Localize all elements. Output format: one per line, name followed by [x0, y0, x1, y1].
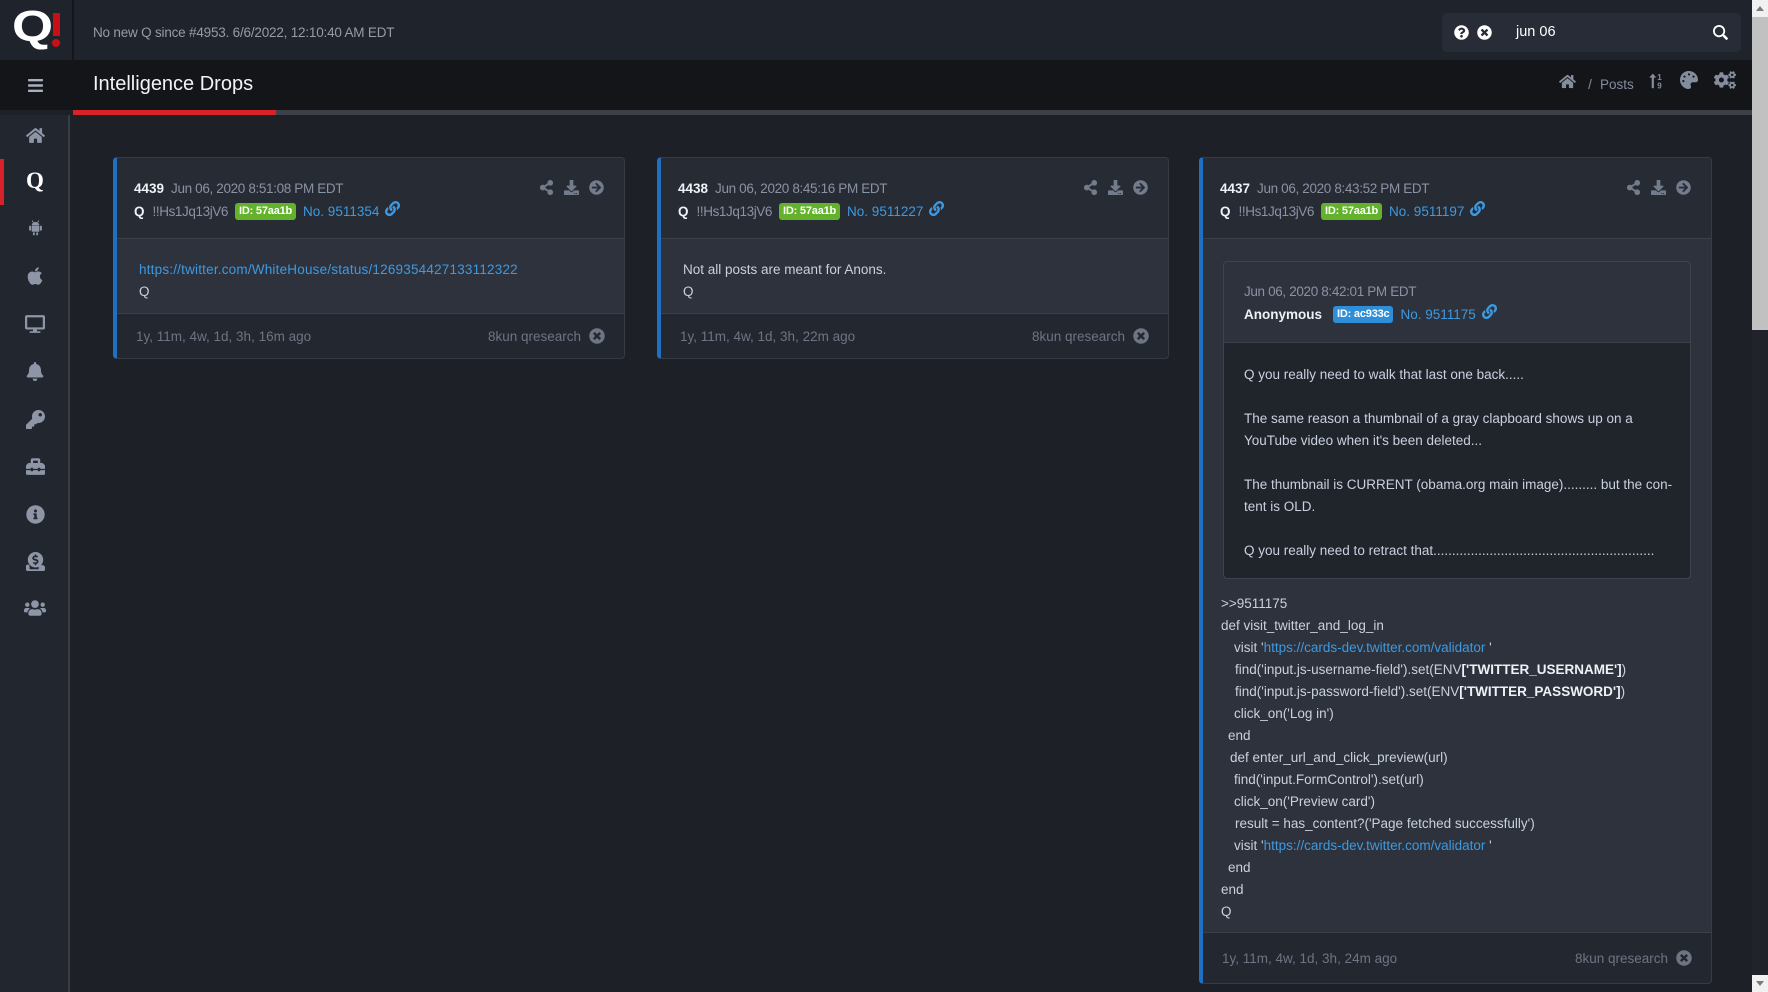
svg-text:9: 9 — [1658, 82, 1663, 89]
